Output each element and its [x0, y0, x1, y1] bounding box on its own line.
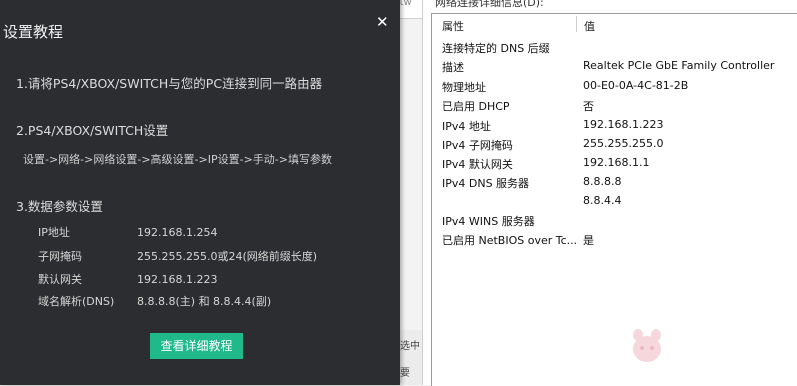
- dialog-title: 设置教程: [3, 23, 64, 41]
- row-property: IPv4 WINS 服务器: [442, 215, 535, 228]
- table-row[interactable]: 已启用 DHCP 否: [442, 98, 594, 114]
- table-row[interactable]: 连接特定的 DNS 后缀: [442, 40, 550, 56]
- row-value: 8.8.8.8: [583, 175, 622, 188]
- param-label: 域名解析(DNS): [38, 295, 115, 308]
- table-row[interactable]: IPv4 地址 192.168.1.223: [442, 118, 663, 134]
- row-property: IPv4 DNS 服务器: [442, 177, 530, 190]
- table-row[interactable]: 物理地址 00-E0-0A-4C-81-2B: [442, 79, 688, 95]
- row-value: 255.255.255.0: [583, 137, 664, 150]
- table-row[interactable]: IPv4 WINS 服务器: [442, 213, 535, 229]
- table-row[interactable]: IPv4 默认网关 192.168.1.1: [442, 156, 649, 172]
- row-property: 连接特定的 DNS 后缀: [442, 42, 550, 55]
- row-property: 已启用 DHCP: [442, 100, 510, 113]
- row-value: 192.168.1.223: [583, 118, 664, 131]
- param-row-dns: 域名解析(DNS) 8.8.8.8(主) 和 8.8.4.4(副): [38, 293, 271, 309]
- row-property: 描述: [442, 61, 464, 74]
- row-value: 是: [583, 234, 594, 247]
- details-table[interactable]: 属性 值 连接特定的 DNS 后缀 描述 Realtek PCIe GbE Fa…: [431, 13, 797, 386]
- row-property: IPv4 子网掩码: [442, 139, 513, 152]
- row-property: IPv4 默认网关: [442, 158, 513, 171]
- row-property: 已启用 NetBIOS over Tc...: [442, 234, 578, 247]
- row-value: Realtek PCIe GbE Family Controller: [583, 59, 775, 72]
- column-header-value[interactable]: 值: [584, 18, 595, 34]
- network-connection-details-panel: 网络连接详细信息(D): 属性 值 连接特定的 DNS 后缀 描述 Realte…: [422, 0, 797, 386]
- param-label: 默认网关: [38, 273, 82, 286]
- param-label: 子网掩码: [38, 250, 82, 263]
- step-1-text: 1.请将PS4/XBOX/SWITCH与您的PC连接到同一路由器: [16, 76, 323, 91]
- background-window-fragment: 选中 要: [400, 330, 422, 385]
- row-value: 00-E0-0A-4C-81-2B: [583, 79, 689, 92]
- param-value: 192.168.1.223: [137, 273, 218, 286]
- view-detailed-tutorial-button[interactable]: 查看详细教程: [150, 333, 243, 359]
- table-row[interactable]: 已启用 NetBIOS over Tc... 是: [442, 232, 594, 248]
- table-row[interactable]: 描述 Realtek PCIe GbE Family Controller: [442, 59, 774, 75]
- details-heading: 网络连接详细信息(D):: [435, 0, 544, 9]
- watermark-mascot-icon: [633, 329, 661, 362]
- row-property: 物理地址: [442, 81, 486, 94]
- row-property: IPv4 地址: [442, 120, 491, 133]
- table-row[interactable]: IPv4 DNS 服务器 8.8.8.8: [442, 175, 621, 191]
- background-text: 要: [400, 368, 410, 379]
- column-header-property[interactable]: 属性: [442, 18, 464, 34]
- param-row-ip: IP地址 192.168.1.254: [38, 224, 217, 240]
- param-label: IP地址: [38, 226, 70, 239]
- settings-path-text: 设置->网络->网络设置->高级设置->IP设置->手动->填写参数: [23, 153, 332, 166]
- param-value: 255.255.255.0或24(网络前缀长度): [137, 250, 318, 263]
- param-value: 192.168.1.254: [137, 226, 218, 239]
- param-row-gateway: 默认网关 192.168.1.223: [38, 271, 217, 287]
- param-value: 8.8.8.8(主) 和 8.8.4.4(副): [137, 295, 272, 308]
- setup-tutorial-dialog: 设置教程 ✕ 1.请将PS4/XBOX/SWITCH与您的PC连接到同一路由器 …: [0, 0, 400, 385]
- param-row-subnet: 子网掩码 255.255.255.0或24(网络前缀长度): [38, 248, 317, 264]
- table-row[interactable]: IPv4 子网掩码 255.255.255.0: [442, 137, 663, 153]
- row-value: 8.8.4.4: [583, 194, 622, 207]
- step-2-text: 2.PS4/XBOX/SWITCH设置: [16, 123, 169, 138]
- step-3-text: 3.数据参数设置: [16, 199, 103, 214]
- column-divider[interactable]: [576, 16, 577, 32]
- row-value: 否: [583, 100, 594, 113]
- row-value: 192.168.1.1: [583, 156, 650, 169]
- background-text: 选中: [400, 341, 420, 352]
- close-icon[interactable]: ✕: [376, 13, 389, 31]
